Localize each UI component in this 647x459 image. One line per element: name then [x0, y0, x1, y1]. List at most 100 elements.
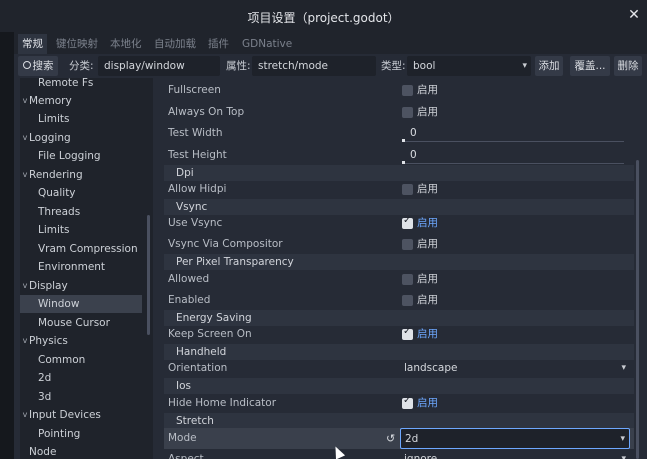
tree-item-node[interactable]: Node: [20, 443, 142, 459]
category-input[interactable]: display/window: [98, 56, 220, 76]
prop-name: Always On Top: [168, 106, 245, 118]
aspect-dropdown[interactable]: ignore ▾: [400, 449, 630, 459]
tab-gdnative[interactable]: GDNative: [238, 34, 296, 54]
tree-item-pointing[interactable]: Pointing: [20, 425, 142, 443]
orientation-dropdown[interactable]: landscape ▾: [400, 358, 630, 379]
prop-name: Enabled: [168, 294, 211, 306]
tree-item-label: Threads: [38, 206, 81, 218]
checkbox-label[interactable]: 启用: [417, 234, 438, 255]
section-ios: Ios: [164, 378, 634, 394]
prop-keep-screen-on: Keep Screen On 启用: [164, 324, 634, 345]
tree-item-mouse-cursor[interactable]: Mouse Cursor: [20, 314, 142, 332]
category-tree: Remote Fs v Memory Limits v Logging File L…: [20, 78, 153, 459]
tree-item-common[interactable]: Common: [20, 351, 142, 369]
tree-item-label: Quality: [38, 187, 76, 199]
tree-item-label: Vram Compression: [38, 243, 138, 255]
tree-item-window[interactable]: Window: [20, 295, 142, 313]
property-scrollbar[interactable]: [636, 160, 639, 459]
property-input[interactable]: stretch/mode: [252, 56, 376, 76]
tree-item-quality[interactable]: Quality: [20, 184, 142, 202]
tree-item-file-logging[interactable]: File Logging: [20, 147, 142, 165]
tree-item-label: Rendering: [29, 169, 83, 181]
chevron-down-icon: ▾: [621, 454, 626, 459]
tree-item-input-devices[interactable]: v Input Devices: [20, 406, 142, 424]
section-title: Per Pixel Transparency: [176, 256, 294, 268]
revert-icon[interactable]: ↺: [386, 428, 395, 449]
prop-name: Aspect: [168, 453, 204, 459]
add-button[interactable]: 添加: [535, 56, 563, 76]
tree-item-memory[interactable]: v Memory: [20, 92, 142, 110]
checkbox-label[interactable]: 启用: [417, 324, 438, 345]
checkbox-label[interactable]: 启用: [417, 102, 438, 123]
checkbox-label[interactable]: 启用: [417, 290, 438, 311]
section-title: Ios: [176, 380, 191, 392]
tree-item-vram-compression[interactable]: Vram Compression: [20, 240, 142, 258]
tree-item-limits[interactable]: Limits: [20, 221, 142, 239]
editor-edge-strip: [0, 0, 14, 459]
prop-orientation: Orientation landscape ▾: [164, 358, 634, 379]
tab-plugins[interactable]: 插件: [204, 34, 233, 54]
tree-item-label: File Logging: [38, 150, 101, 162]
tree-item-2d[interactable]: 2d: [20, 369, 142, 387]
prop-test-height: Test Height 0: [164, 145, 634, 166]
checkbox-checked[interactable]: [402, 215, 413, 229]
window-title: 项目设置（project.godot）: [247, 11, 400, 25]
prop-aspect: Aspect ignore ▾: [164, 449, 634, 459]
tree-item-rendering[interactable]: v Rendering: [20, 166, 142, 184]
prop-hide-home-indicator: Hide Home Indicator 启用: [164, 393, 634, 414]
tree-item-physics[interactable]: v Physics: [20, 332, 142, 350]
prop-allowed: Allowed 启用: [164, 269, 634, 290]
delete-button[interactable]: 删除: [614, 56, 642, 76]
section-stretch: Stretch: [164, 413, 634, 429]
property-list: Fullscreen 启用 Always On Top 启用 Test Widt…: [164, 78, 634, 459]
checkbox-checked[interactable]: [402, 326, 413, 340]
checkbox[interactable]: [402, 184, 413, 195]
prop-vsync-via-compositor: Vsync Via Compositor 启用: [164, 234, 634, 255]
tree-item-3d[interactable]: 3d: [20, 388, 142, 406]
test-width-spinbox[interactable]: 0: [402, 126, 624, 142]
checkbox[interactable]: [402, 239, 413, 250]
tab-localization[interactable]: 本地化: [106, 34, 146, 54]
checkbox[interactable]: [402, 85, 413, 96]
search-button[interactable]: 搜索: [18, 56, 58, 76]
mode-dropdown[interactable]: 2d ▾: [400, 428, 630, 449]
tree-item-label: Logging: [29, 132, 71, 144]
tree-item-threads[interactable]: Threads: [20, 203, 142, 221]
tab-general[interactable]: 常规: [18, 34, 47, 54]
tree-item-environment[interactable]: Environment: [20, 258, 142, 276]
checkbox-label[interactable]: 启用: [417, 393, 438, 414]
checkbox[interactable]: [402, 274, 413, 285]
filter-bar: 搜索 分类: display/window 属性: stretch/mode 类…: [14, 54, 647, 78]
checkbox[interactable]: [402, 107, 413, 118]
override-button[interactable]: 覆盖...: [570, 56, 610, 76]
checkbox-label[interactable]: 启用: [417, 213, 438, 234]
type-label: 类型:: [381, 60, 406, 72]
prop-name: Test Height: [168, 149, 227, 161]
chevron-down-icon: ▾: [621, 363, 626, 373]
tree-item-label: Limits: [38, 113, 70, 125]
checkbox-label[interactable]: 启用: [417, 80, 438, 101]
tree-item-remote-fs[interactable]: Remote Fs: [20, 78, 142, 92]
prop-use-vsync: Use Vsync 启用: [164, 213, 634, 234]
tree-item-logging[interactable]: v Logging: [20, 129, 142, 147]
checkbox-label[interactable]: 启用: [417, 179, 438, 200]
tree-item-limits[interactable]: Limits: [20, 110, 142, 128]
test-height-spinbox[interactable]: 0: [402, 148, 624, 164]
tab-input-map[interactable]: 键位映射: [52, 34, 102, 54]
tree-scrollbar[interactable]: [147, 215, 150, 335]
tree-item-label: Remote Fs: [38, 78, 94, 89]
checkbox[interactable]: [402, 295, 413, 306]
chevron-down-icon: ▾: [522, 61, 527, 71]
tab-autoload[interactable]: 自动加载: [150, 34, 200, 54]
tree-item-label: Input Devices: [29, 409, 101, 421]
tree-item-display[interactable]: v Display: [20, 277, 142, 295]
tree-item-label: Node: [29, 446, 57, 458]
close-icon[interactable]: ✕: [625, 6, 643, 24]
checkbox-label[interactable]: 启用: [417, 269, 438, 290]
chevron-down-icon: ▾: [620, 434, 625, 444]
prop-test-width: Test Width 0: [164, 123, 634, 144]
dropdown-value: 2d: [405, 433, 419, 445]
type-select[interactable]: bool ▾: [407, 56, 531, 76]
checkbox-checked[interactable]: [402, 395, 413, 409]
category-label: 分类:: [69, 60, 94, 72]
